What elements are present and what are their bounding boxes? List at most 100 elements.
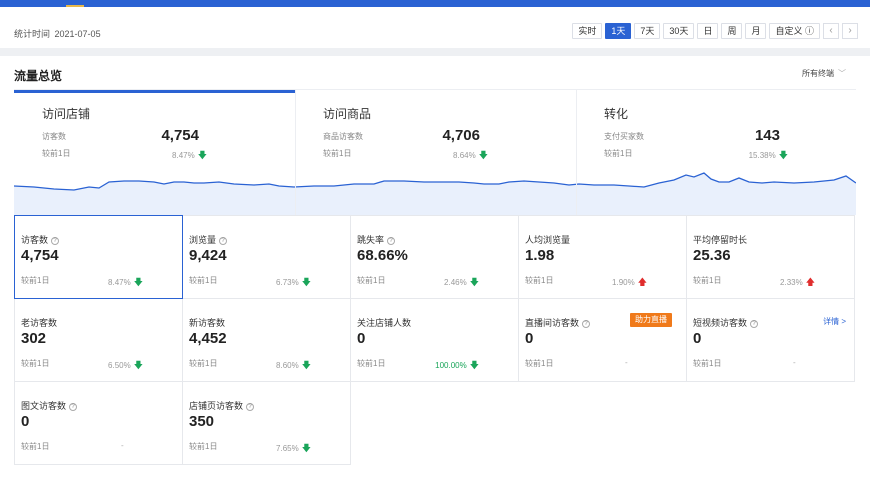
arrow-down-icon: 🡇 bbox=[469, 277, 479, 287]
arrow-down-icon: 🡇 bbox=[301, 443, 311, 453]
metric-value: 4,754 bbox=[21, 247, 59, 264]
help-icon[interactable]: ? bbox=[219, 237, 228, 245]
metric-card[interactable]: 浏览量? 9,424 较前1日 6.73% 🡇 bbox=[182, 215, 351, 299]
metric-title-text: 跳失率 bbox=[357, 235, 385, 245]
range-button[interactable]: 1天 bbox=[605, 23, 632, 39]
range-button[interactable]: 30天 bbox=[663, 23, 695, 39]
metric-card[interactable]: 跳失率? 68.66% 较前1日 2.46% 🡇 bbox=[350, 215, 519, 299]
help-icon[interactable]: ? bbox=[582, 320, 591, 328]
overview-card-label: 访客数 bbox=[42, 132, 66, 141]
help-icon[interactable]: ? bbox=[387, 237, 396, 245]
metric-value: 350 bbox=[189, 413, 215, 430]
overview-card[interactable]: 访问店铺 访客数 4,754 较前1日 8.47% 🡇 bbox=[14, 90, 295, 215]
metric-value: 25.36 bbox=[693, 247, 731, 264]
metric-title: 老访客数 bbox=[21, 316, 57, 329]
metric-change: 7.65% 🡇 bbox=[257, 441, 311, 457]
boost-live-button[interactable]: 助力直播 bbox=[630, 313, 672, 327]
terminal-select[interactable]: 所有终端 ﹀ bbox=[802, 68, 846, 79]
metric-card[interactable]: 新访客数 4,452 较前1日 8.60% 🡇 bbox=[182, 298, 351, 382]
overview-card-change: 8.64% 🡇 bbox=[453, 148, 488, 164]
metric-title-text: 平均停留时长 bbox=[693, 235, 748, 245]
overview-card[interactable]: 访问商品 商品访客数 4,706 较前1日 8.64% 🡇 bbox=[295, 90, 576, 215]
overview-card-change: 15.38% 🡇 bbox=[749, 148, 788, 164]
metric-compare: 较前1日 bbox=[525, 276, 554, 285]
metric-compare: 较前1日 bbox=[525, 359, 554, 368]
arrow-up-icon: 🡅 bbox=[637, 277, 647, 287]
metric-card[interactable]: 平均停留时长 25.36 较前1日 2.33% 🡅 bbox=[686, 215, 855, 299]
change-percent: 1.90% bbox=[612, 278, 635, 287]
metric-value: 4,452 bbox=[189, 330, 227, 347]
metric-compare: 较前1日 bbox=[693, 359, 722, 368]
metric-card[interactable]: 老访客数 302 较前1日 6.50% 🡇 bbox=[14, 298, 183, 382]
metric-compare: 较前1日 bbox=[21, 276, 50, 285]
range-button[interactable]: 实时 bbox=[572, 23, 603, 39]
range-button[interactable]: 周 bbox=[721, 23, 743, 39]
change-percent: 8.64% bbox=[453, 151, 476, 160]
metric-compare: 较前1日 bbox=[189, 276, 218, 285]
metric-title: 平均停留时长 bbox=[693, 233, 747, 246]
terminal-select-value: 所有终端 bbox=[802, 69, 834, 78]
chevron-down-icon: ﹀ bbox=[838, 69, 846, 78]
metric-title-text: 直播间访客数 bbox=[525, 318, 580, 328]
metric-value: 302 bbox=[21, 330, 47, 347]
metric-value: 0 bbox=[357, 330, 366, 347]
change-percent: 8.47% bbox=[108, 278, 131, 287]
change-percent: 100.00% bbox=[435, 361, 467, 370]
overview-card-value: 143 bbox=[754, 127, 780, 144]
overview-card-title: 转化 bbox=[604, 107, 629, 121]
arrow-down-icon: 🡇 bbox=[478, 150, 488, 160]
arrow-down-icon: 🡇 bbox=[469, 360, 479, 370]
change-percent: 2.33% bbox=[780, 278, 803, 287]
range-button[interactable]: 自定义 ⓘ bbox=[769, 23, 820, 39]
metric-card[interactable]: 店铺页访客数? 350 较前1日 7.65% 🡇 bbox=[182, 381, 351, 465]
overview-card-compare: 较前1日 bbox=[604, 149, 633, 158]
metric-card[interactable]: 关注店铺人数 0 较前1日 100.00% 🡇 bbox=[350, 298, 519, 382]
overview-card[interactable]: 转化支付买家数 143 较前1日 15.38% 🡇 bbox=[576, 90, 856, 215]
stat-time-bar: 统计时间 2021-07-05 实时 1天 7天 30天日周月自定义 ⓘ ‹ › bbox=[0, 14, 870, 48]
top-nav-bar bbox=[0, 0, 870, 7]
metric-value: 0 bbox=[693, 330, 702, 347]
metric-card[interactable]: 直播间访客数? 0 较前1日 - 助力直播 bbox=[518, 298, 687, 382]
help-icon[interactable]: ? bbox=[246, 403, 255, 411]
metric-value: 0 bbox=[21, 413, 30, 430]
change-percent: 2.46% bbox=[444, 278, 467, 287]
overview-card-label: 支付买家数 bbox=[604, 132, 644, 141]
section-title: 流量总览 bbox=[14, 69, 63, 83]
metric-card[interactable]: 人均浏览量 1.98 较前1日 1.90% 🡅 bbox=[518, 215, 687, 299]
overview-card-compare: 较前1日 bbox=[42, 149, 71, 158]
change-percent: 6.50% bbox=[108, 361, 131, 370]
range-button[interactable]: 日 bbox=[697, 23, 719, 39]
traffic-overview-header: 流量总览 所有终端 ﹀ bbox=[0, 56, 870, 90]
overview-separator bbox=[295, 90, 296, 215]
metric-card[interactable]: 图文访客数? 0 较前1日 - bbox=[14, 381, 183, 465]
chevron-right-icon[interactable]: › bbox=[842, 23, 858, 39]
overview-card-label: 商品访客数 bbox=[323, 132, 363, 141]
overview-card-title: 访问商品 bbox=[323, 107, 372, 121]
metric-compare: 较前1日 bbox=[693, 276, 722, 285]
change-percent: 15.38% bbox=[748, 151, 776, 160]
change-percent: 8.60% bbox=[276, 361, 299, 370]
arrow-down-icon: 🡇 bbox=[133, 360, 143, 370]
change-percent: 8.47% bbox=[172, 151, 195, 160]
metric-title-text: 新访客数 bbox=[189, 318, 226, 328]
details-link[interactable]: 详情 > bbox=[823, 316, 846, 327]
overview-panel: 访问店铺 访客数 4,754 较前1日 8.47% 🡇 访问商品 商品访客数 4,706 较前1日… bbox=[14, 90, 856, 215]
metric-card[interactable]: 短视频访客数? 0 较前1日 - 详情 > bbox=[686, 298, 855, 382]
range-button[interactable]: 7天 bbox=[634, 23, 661, 39]
metric-compare: 较前1日 bbox=[21, 442, 50, 451]
active-nav-indicator bbox=[66, 5, 84, 7]
help-icon[interactable]: ? bbox=[69, 403, 78, 411]
metric-compare: 较前1日 bbox=[357, 276, 386, 285]
help-icon[interactable]: ? bbox=[750, 320, 759, 328]
change-percent: 7.65% bbox=[276, 444, 299, 453]
help-icon[interactable]: ? bbox=[51, 237, 60, 245]
chevron-left-icon[interactable]: ‹ bbox=[823, 23, 839, 39]
metric-value: 0 bbox=[525, 330, 534, 347]
range-button[interactable]: 月 bbox=[745, 23, 767, 39]
metric-change: 1.90% 🡅 bbox=[593, 275, 647, 291]
overview-card-value: 4,754 bbox=[161, 127, 199, 144]
arrow-down-icon: 🡇 bbox=[133, 277, 143, 287]
metric-title: 新访客数 bbox=[189, 316, 225, 329]
metric-change: 6.73% 🡇 bbox=[257, 275, 311, 291]
metric-card[interactable]: 访客数? 4,754 较前1日 8.47% 🡇 bbox=[14, 215, 183, 299]
